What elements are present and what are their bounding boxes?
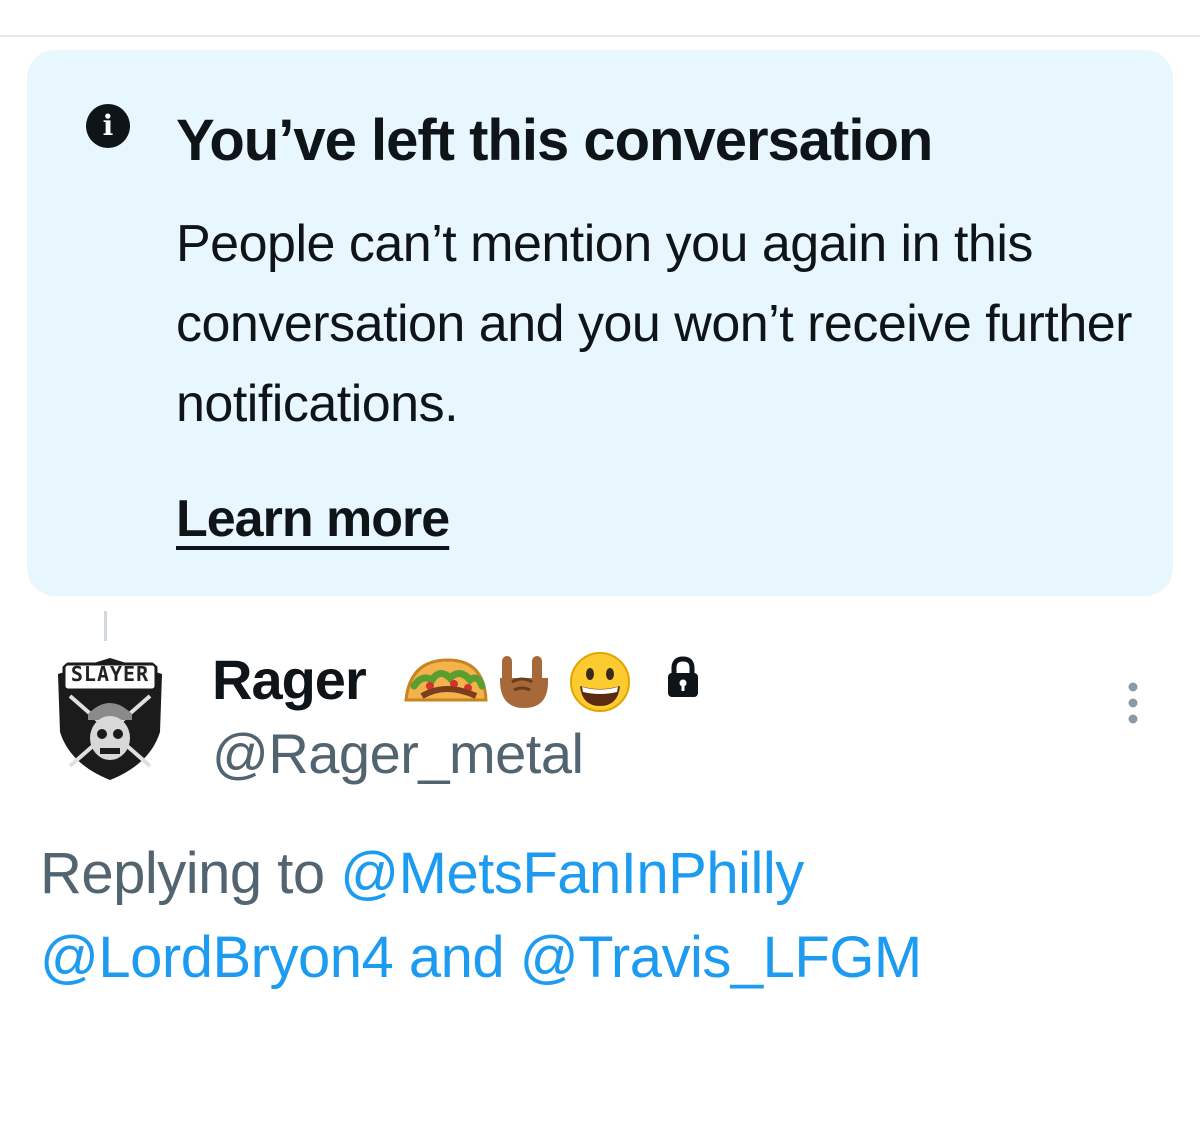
replying-to-line: Replying to @MetsFanInPhilly @LordBryon4… [40, 832, 1160, 1000]
notice-title: You’ve left this conversation [176, 108, 933, 173]
top-divider [0, 35, 1200, 37]
mention-link-metsfaninphilly[interactable]: @MetsFanInPhilly [340, 841, 804, 906]
display-name[interactable]: Rager [212, 648, 367, 712]
avatar[interactable]: SLAYER [40, 648, 180, 788]
mention-conjunction: and [408, 925, 505, 990]
thread-connector-line [104, 611, 107, 641]
avatar-label: SLAYER [70, 662, 150, 686]
more-vertical-icon[interactable] [1118, 678, 1148, 728]
mention-link-travis-lfgm[interactable]: @Travis_LFGM [520, 925, 922, 990]
notice-body: People can’t mention you again in this c… [176, 215, 1132, 433]
grinning-face-emoji-icon [570, 652, 630, 712]
replying-to-label: Replying to [40, 841, 325, 906]
mention-link-lordbryon4[interactable]: @LordBryon4 [40, 925, 394, 990]
info-icon: i [86, 104, 130, 148]
rock-on-hand-emoji-icon [500, 656, 548, 708]
lock-icon [668, 656, 698, 697]
taco-emoji-icon [404, 658, 488, 702]
user-handle[interactable]: @Rager_metal [212, 722, 584, 786]
learn-more-link[interactable]: Learn more [176, 484, 450, 554]
